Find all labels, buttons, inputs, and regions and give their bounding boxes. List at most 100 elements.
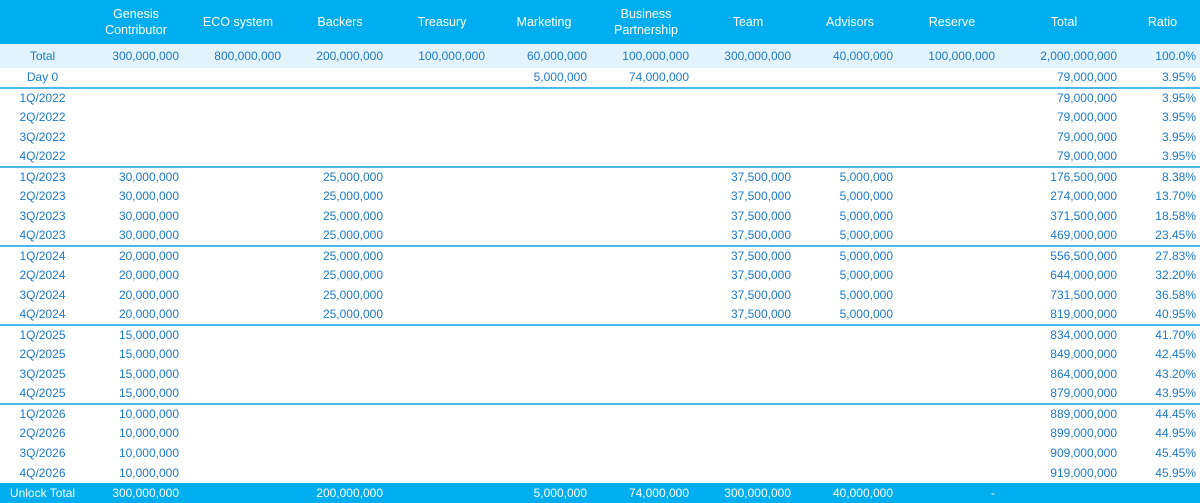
- cell-ratio: 27.83%: [1125, 246, 1200, 266]
- cell-advisors: [799, 68, 901, 88]
- cell-team: 37,500,000: [697, 187, 799, 207]
- cell-marketing: [493, 108, 595, 128]
- cell-treasury: [391, 483, 493, 503]
- cell-ratio: 41.70%: [1125, 325, 1200, 345]
- cell-reserve: [901, 187, 1003, 207]
- cell-treasury: [391, 187, 493, 207]
- cell-marketing: [493, 206, 595, 226]
- row-label: 4Q/2025: [0, 384, 85, 404]
- cell-reserve: [901, 206, 1003, 226]
- cell-treasury: [391, 384, 493, 404]
- cell-ratio: 45.95%: [1125, 463, 1200, 483]
- cell-treasury: [391, 167, 493, 187]
- cell-eco-system: [187, 364, 289, 384]
- cell-advisors: [799, 88, 901, 108]
- cell-ratio: 44.95%: [1125, 424, 1200, 444]
- cell-team: 37,500,000: [697, 226, 799, 246]
- cell-marketing: [493, 443, 595, 463]
- row-label: 1Q/2026: [0, 404, 85, 424]
- cell-treasury: [391, 206, 493, 226]
- table-row-1q-2022: 1Q/202279,000,0003.95%: [0, 88, 1200, 108]
- cell-business-partnership: [595, 404, 697, 424]
- cell-business-partnership: [595, 463, 697, 483]
- cell-ratio: 23.45%: [1125, 226, 1200, 246]
- cell-marketing: [493, 226, 595, 246]
- cell-reserve: [901, 384, 1003, 404]
- cell-treasury: [391, 246, 493, 266]
- cell-marketing: [493, 266, 595, 286]
- cell-team: [697, 404, 799, 424]
- cell-advisors: [799, 443, 901, 463]
- cell-business-partnership: [595, 325, 697, 345]
- cell-reserve: [901, 325, 1003, 345]
- cell-eco-system: [187, 285, 289, 305]
- cell-team: [697, 127, 799, 147]
- table-row-total: Total300,000,000800,000,000200,000,00010…: [0, 44, 1200, 68]
- cell-total: 899,000,000: [1003, 424, 1125, 444]
- cell-team: [697, 443, 799, 463]
- cell-treasury: [391, 88, 493, 108]
- cell-reserve: [901, 424, 1003, 444]
- cell-team: 37,500,000: [697, 266, 799, 286]
- cell-genesis-contributor: 15,000,000: [85, 325, 187, 345]
- cell-marketing: 5,000,000: [493, 483, 595, 503]
- cell-eco-system: [187, 108, 289, 128]
- cell-eco-system: [187, 463, 289, 483]
- row-label: 4Q/2024: [0, 305, 85, 325]
- cell-marketing: 5,000,000: [493, 68, 595, 88]
- cell-backers: [289, 325, 391, 345]
- cell-ratio: 3.95%: [1125, 88, 1200, 108]
- cell-team: [697, 424, 799, 444]
- cell-treasury: [391, 404, 493, 424]
- cell-reserve: [901, 463, 1003, 483]
- cell-reserve: [901, 108, 1003, 128]
- cell-eco-system: [187, 266, 289, 286]
- cell-marketing: [493, 463, 595, 483]
- row-label: Total: [0, 44, 85, 68]
- cell-marketing: [493, 285, 595, 305]
- cell-genesis-contributor: [85, 108, 187, 128]
- cell-genesis-contributor: [85, 147, 187, 167]
- cell-business-partnership: [595, 187, 697, 207]
- cell-business-partnership: [595, 246, 697, 266]
- row-label: Unlock Total: [0, 483, 85, 503]
- table-row-4q-2025: 4Q/202515,000,000879,000,00043.95%: [0, 384, 1200, 404]
- cell-total: 79,000,000: [1003, 88, 1125, 108]
- cell-business-partnership: [595, 305, 697, 325]
- cell-advisors: [799, 127, 901, 147]
- cell-business-partnership: [595, 285, 697, 305]
- cell-backers: [289, 424, 391, 444]
- cell-total: 919,000,000: [1003, 463, 1125, 483]
- cell-total: 889,000,000: [1003, 404, 1125, 424]
- row-label: 3Q/2024: [0, 285, 85, 305]
- cell-eco-system: [187, 404, 289, 424]
- cell-genesis-contributor: 15,000,000: [85, 345, 187, 365]
- row-label: 1Q/2023: [0, 167, 85, 187]
- cell-reserve: [901, 404, 1003, 424]
- cell-backers: 25,000,000: [289, 266, 391, 286]
- cell-business-partnership: [595, 424, 697, 444]
- cell-reserve: [901, 246, 1003, 266]
- cell-team: [697, 345, 799, 365]
- cell-treasury: [391, 226, 493, 246]
- row-label: 2Q/2024: [0, 266, 85, 286]
- column-header-reserve: Reserve: [901, 0, 1003, 44]
- cell-genesis-contributor: 30,000,000: [85, 167, 187, 187]
- cell-marketing: [493, 305, 595, 325]
- cell-ratio: 3.95%: [1125, 108, 1200, 128]
- cell-marketing: 60,000,000: [493, 44, 595, 68]
- cell-total: 731,500,000: [1003, 285, 1125, 305]
- cell-treasury: [391, 325, 493, 345]
- cell-eco-system: [187, 325, 289, 345]
- cell-business-partnership: 100,000,000: [595, 44, 697, 68]
- cell-reserve: [901, 345, 1003, 365]
- cell-eco-system: [187, 187, 289, 207]
- cell-advisors: 5,000,000: [799, 226, 901, 246]
- table-body: Total300,000,000800,000,000200,000,00010…: [0, 44, 1200, 503]
- cell-treasury: [391, 305, 493, 325]
- cell-team: 37,500,000: [697, 285, 799, 305]
- cell-team: [697, 463, 799, 483]
- cell-reserve: [901, 68, 1003, 88]
- row-label: 2Q/2026: [0, 424, 85, 444]
- row-label: 1Q/2025: [0, 325, 85, 345]
